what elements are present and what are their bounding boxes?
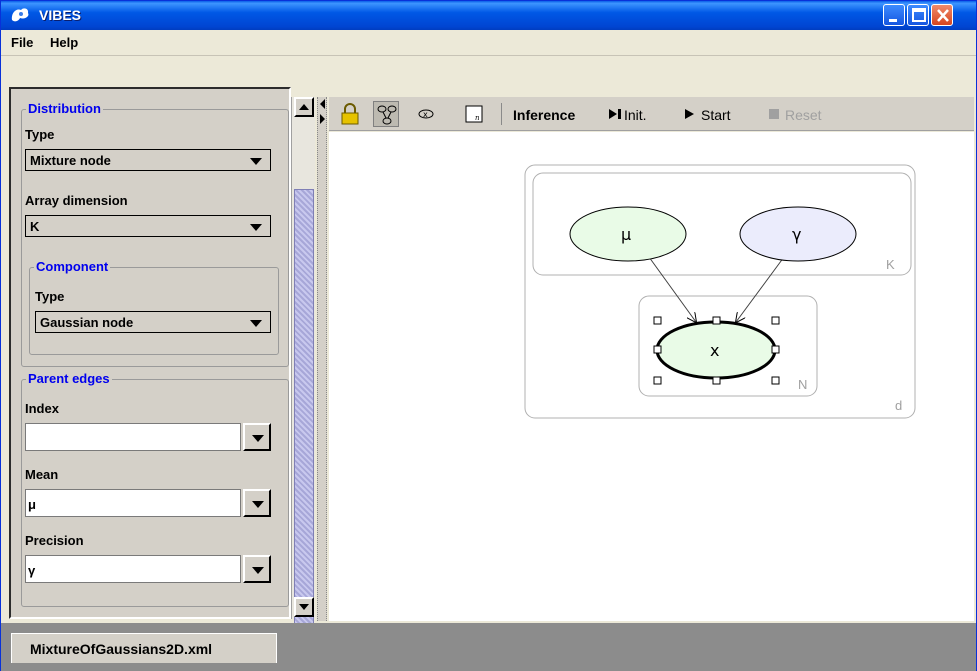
document-tab-bar: MixtureOfGaussians2D.xml [1,623,976,671]
mean-dropdown-button[interactable] [243,489,271,517]
minimize-button[interactable] [883,4,905,26]
menu-help[interactable]: Help [50,35,78,50]
start-label: Start [701,107,731,123]
plate-d-label: d [895,398,902,413]
array-dimension-select[interactable]: K [25,215,271,237]
title-bar[interactable]: VIBES [1,1,976,30]
component-type-value: Gaussian node [40,315,134,330]
chevron-down-icon [250,158,262,165]
array-dimension-label: Array dimension [25,193,128,208]
graph-toolbar: x n Inference Init. Start Reset [329,97,974,131]
component-type-label: Type [35,289,65,304]
mean-combo[interactable]: μ [25,489,271,517]
menu-file[interactable]: File [11,35,33,50]
model-graph: d K N μ γ x [524,164,916,419]
play-icon [685,109,694,119]
panel-splitter[interactable] [317,97,327,621]
array-dimension-value: K [30,219,40,234]
distribution-legend: Distribution [26,101,103,116]
vibes-logo-icon [11,8,29,22]
plate-icon: n [465,105,483,123]
parent-edges-legend: Parent edges [26,371,112,386]
maximize-icon [912,8,926,22]
chevron-down-icon [250,224,262,231]
chevron-down-icon [252,567,264,574]
component-legend: Component [34,259,111,274]
close-button[interactable] [931,4,953,26]
init-label: Init. [624,107,647,123]
svg-text:x: x [423,110,428,119]
precision-input[interactable]: γ [25,555,241,583]
close-icon [937,9,949,22]
scroll-thumb[interactable] [294,189,314,644]
maximize-button[interactable] [907,4,929,26]
scroll-down-button[interactable] [294,597,314,617]
distribution-type-value: Mixture node [30,153,111,168]
precision-dropdown-button[interactable] [243,555,271,583]
tab-mixture-of-gaussians[interactable]: MixtureOfGaussians2D.xml [11,633,277,663]
plate-n-label: N [798,377,807,392]
precision-combo[interactable]: γ [25,555,271,583]
toolbar-separator [501,103,502,125]
inference-label: Inference [513,107,576,123]
properties-panel: Distribution Type Mixture node Array dim… [9,87,291,619]
chevron-down-icon [250,320,262,327]
properties-scrollbar[interactable] [291,97,315,644]
reset-button[interactable]: Reset [767,101,847,127]
reset-label: Reset [785,107,822,123]
distribution-type-select[interactable]: Mixture node [25,149,271,171]
component-type-select[interactable]: Gaussian node [35,311,271,333]
graph-canvas[interactable]: d K N μ γ x [329,132,974,621]
splitter-arrows-icon [320,99,325,124]
mean-input[interactable]: μ [25,489,241,517]
svg-text:n: n [475,114,480,122]
app-window: VIBES File Help Distribution Type Mixtur… [0,0,977,671]
precision-label: Precision [25,533,84,548]
menu-bar: File Help [1,30,976,56]
graph-nodes-icon [377,105,397,125]
add-plate-button[interactable]: n [461,101,487,127]
index-combo[interactable] [25,423,271,451]
window-title: VIBES [39,7,82,23]
distribution-type-label: Type [25,127,55,142]
arrow-up-icon [299,104,309,110]
arrow-down-icon [299,604,309,610]
scroll-up-button[interactable] [294,97,314,117]
index-label: Index [25,401,59,416]
tab-label: MixtureOfGaussians2D.xml [30,641,213,657]
lock-button[interactable] [337,101,363,127]
minimize-icon [889,19,897,22]
chevron-down-icon [252,501,264,508]
node-gamma-label: γ [792,225,801,244]
index-dropdown-button[interactable] [243,423,271,451]
stop-icon [769,109,779,119]
node-x-label: x [710,341,719,360]
add-node-button[interactable]: x [413,101,439,127]
node-ellipse-icon: x [418,109,434,119]
edge-mu-x[interactable] [648,256,696,322]
start-button[interactable]: Start [683,101,753,127]
index-input[interactable] [25,423,241,451]
mean-label: Mean [25,467,59,482]
step-forward-icon [609,109,621,119]
select-nodes-button[interactable] [373,101,399,127]
init-button[interactable]: Init. [607,101,667,127]
lock-icon [341,103,359,125]
node-mu-label: μ [621,225,631,244]
plate-k-label: K [886,257,895,272]
chevron-down-icon [252,435,264,442]
edge-gamma-x[interactable] [736,256,785,322]
